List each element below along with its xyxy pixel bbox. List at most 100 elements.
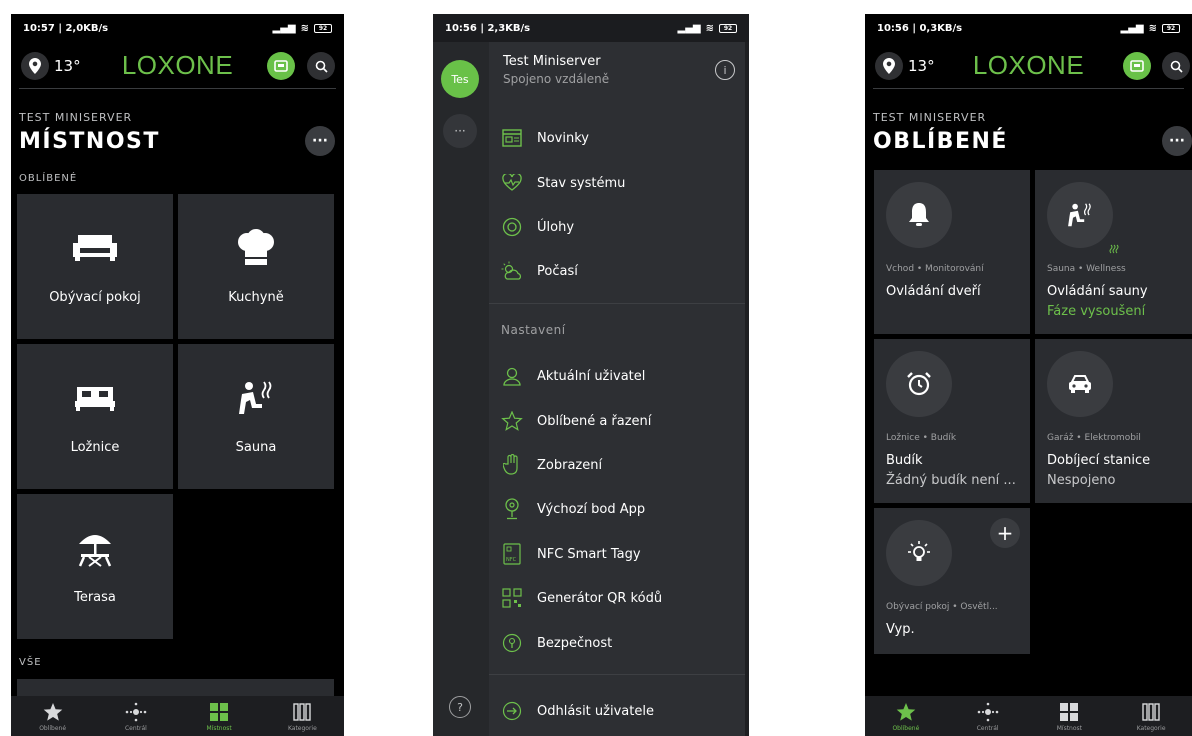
menu-item-security[interactable]: Bezpečnost [501, 629, 612, 657]
menu-item-tasks[interactable]: Úlohy [501, 213, 574, 241]
favorite-room: Garáž • Elektromobil [1047, 433, 1141, 443]
bell-icon [909, 203, 929, 226]
favorite-icon-button[interactable] [1047, 182, 1125, 260]
grid-icon [210, 703, 229, 721]
room-tile[interactable]: Obývací pokoj [17, 194, 173, 339]
favorite-room: Sauna • Wellness [1047, 264, 1126, 274]
room-tile[interactable]: Ložnice [17, 344, 173, 489]
room-tile[interactable]: Sauna [178, 344, 334, 489]
favorite-name: Vyp. [886, 622, 915, 637]
search-button[interactable] [1162, 52, 1190, 80]
room-tile[interactable]: Terasa [17, 494, 173, 639]
messages-button[interactable] [267, 52, 295, 80]
central-icon [977, 702, 998, 722]
favorite-icon-button[interactable] [886, 182, 952, 248]
tab-central[interactable]: Centrál [947, 696, 1029, 736]
signal-icon: ▂▄▆ [1120, 22, 1144, 34]
screen-rooms: 10:57 | 2,0KB/s ▂▄▆ ≋ 92 13° LOXONE TEST… [11, 14, 344, 736]
add-favorite-button[interactable]: + [990, 518, 1020, 548]
search-icon [1170, 60, 1183, 73]
top-bar: 13° LOXONE [865, 44, 1192, 88]
star-outline-icon [501, 410, 523, 432]
tab-categories[interactable]: Kategorie [261, 696, 344, 736]
favorite-tile-charger[interactable]: Garáž • Elektromobil Dobíjecí stanice Ne… [1035, 339, 1192, 503]
menu-item-favorites-order[interactable]: Oblíbené a řazení [501, 407, 651, 435]
logout-icon [501, 700, 523, 722]
miniserver-name: TEST MINISERVER [19, 111, 133, 124]
room-tile[interactable]: Kuchyně [178, 194, 334, 339]
wifi-icon: ≋ [705, 22, 714, 34]
favorite-tile-light[interactable]: + Obývací pokoj • Osvětl... Vyp. [874, 508, 1030, 654]
signal-icon: ▂▄▆ [272, 22, 296, 34]
favorite-name: Ovládání dveří [886, 284, 981, 299]
svg-text:NFC: NFC [506, 557, 517, 563]
favorite-name: Ovládání sauny [1047, 284, 1148, 299]
favorite-name: Dobíjecí stanice [1047, 453, 1151, 468]
menu-item-display[interactable]: Zobrazení [501, 451, 602, 479]
page-title: MÍSTNOST [19, 129, 160, 154]
status-bar: 10:56 | 0,3KB/s ▂▄▆ ≋ 92 [865, 14, 1192, 42]
wifi-icon: ≋ [300, 22, 309, 34]
status-bar: 10:56 | 2,3KB/s ▂▄▆ ≋ 92 [433, 14, 749, 42]
menu-item-news[interactable]: Novinky [501, 124, 589, 152]
menu-item-current-user[interactable]: Aktuální uživatel [501, 362, 645, 390]
menu-divider [489, 303, 749, 304]
message-center-icon [1130, 60, 1144, 72]
more-options-button[interactable]: ··· [1162, 126, 1192, 156]
battery-icon: 92 [1162, 23, 1180, 33]
target-icon [501, 216, 523, 238]
tab-rooms[interactable]: Místnost [1029, 696, 1111, 736]
favorite-tile-door[interactable]: Vchod • Monitorování Ovládání dveří [874, 170, 1030, 334]
top-bar: 13° LOXONE [11, 44, 344, 88]
central-icon [125, 702, 147, 722]
qr-icon [501, 587, 523, 609]
favorite-tile-alarm[interactable]: Ložnice • Budík Budík Žádný budík není .… [874, 339, 1030, 503]
page-title: OBLÍBENÉ [873, 129, 1008, 154]
tab-central[interactable]: Centrál [94, 696, 177, 736]
favorite-room: Obývací pokoj • Osvětl... [886, 602, 998, 612]
columns-icon [1142, 703, 1160, 721]
sofa-icon [72, 228, 118, 268]
menu-item-system-status[interactable]: Stav systému [501, 169, 625, 197]
alarm-clock-icon [907, 372, 931, 396]
menu-item-weather[interactable]: Počasí [501, 257, 578, 285]
tab-rooms[interactable]: Místnost [178, 696, 261, 736]
messages-button[interactable] [1123, 52, 1151, 80]
menu-divider [489, 674, 749, 675]
search-button[interactable] [307, 52, 335, 80]
favorite-icon-button[interactable] [886, 351, 952, 417]
sauna-icon [233, 378, 279, 418]
favorite-state: Žádný budík není ... [886, 473, 1016, 488]
section-favorites: OBLÍBENÉ [19, 173, 78, 184]
logout-button[interactable]: Odhlásit uživatele [501, 697, 654, 725]
tab-favorites[interactable]: Oblíbené [865, 696, 947, 736]
menu-item-qr-generator[interactable]: Generátor QR kódů [501, 584, 662, 612]
heartbeat-icon [501, 172, 523, 194]
car-icon [1069, 375, 1091, 393]
more-icon: ··· [1169, 133, 1185, 149]
favorite-icon-button[interactable] [1047, 351, 1113, 417]
info-button[interactable]: i [715, 60, 735, 80]
tab-favorites[interactable]: Oblíbené [11, 696, 94, 736]
more-icon: ··· [312, 133, 328, 149]
menu-item-nfc-tags[interactable]: NFC NFC Smart Tagy [501, 540, 641, 568]
room-label: Sauna [235, 440, 277, 455]
signal-icon: ▂▄▆ [677, 22, 701, 34]
plus-icon: + [996, 521, 1014, 545]
favorite-icon-button[interactable] [886, 520, 952, 586]
header-divider [873, 88, 1184, 89]
bottom-tab-bar: Oblíbené Centrál Místnost Kategorie [865, 696, 1192, 736]
nfc-icon: NFC [501, 543, 523, 565]
favorite-tile-sauna[interactable]: Sauna • Wellness Ovládání sauny Fáze vys… [1035, 170, 1192, 334]
menu-item-start-point[interactable]: Výchozí bod App [501, 495, 645, 523]
battery-icon: 92 [719, 23, 737, 33]
more-options-button[interactable]: ··· [305, 126, 335, 156]
miniserver-avatar[interactable]: Tes [441, 60, 479, 98]
favorite-name: Budík [886, 453, 923, 468]
rail-more-button[interactable]: ··· [443, 114, 477, 148]
room-label: Kuchyně [228, 290, 284, 305]
section-all: VŠE [19, 657, 42, 668]
help-button[interactable]: ? [449, 696, 471, 718]
battery-icon: 92 [314, 23, 332, 33]
tab-categories[interactable]: Kategorie [1110, 696, 1192, 736]
